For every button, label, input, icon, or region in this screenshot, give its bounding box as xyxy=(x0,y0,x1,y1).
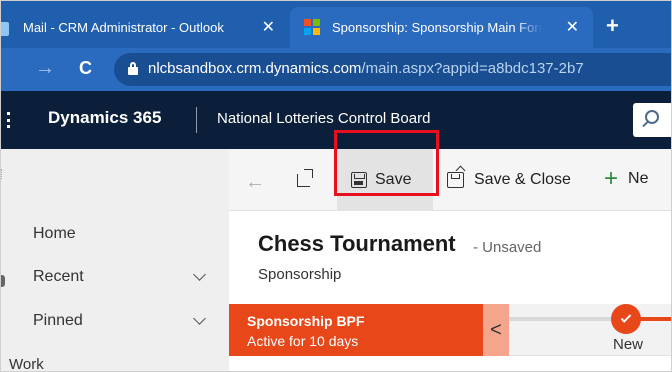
tab-title-fade xyxy=(516,7,542,48)
header-divider xyxy=(196,107,197,133)
sidebar-item-recent[interactable]: Recent xyxy=(33,268,84,286)
bpf-duration: Active for 10 days xyxy=(247,333,359,349)
record-entity-name: Sponsorship xyxy=(258,266,342,283)
search-icon xyxy=(645,110,659,124)
form-body xyxy=(229,356,671,371)
url-path: /main.aspx?appid=a8bdc137-2b7 xyxy=(361,60,584,77)
bpf-collapse-button[interactable]: < xyxy=(483,304,509,356)
outlook-favicon-icon xyxy=(1,22,9,36)
forward-icon[interactable]: → xyxy=(35,57,55,80)
save-and-close-button[interactable]: Save & Close xyxy=(447,171,571,189)
org-name: National Lotteries Control Board xyxy=(217,110,431,127)
chevron-down-icon[interactable] xyxy=(193,270,205,282)
app-launcher-icon[interactable] xyxy=(7,112,11,128)
browser-toolbar: → C nlcbsandbox.crm.dynamics.com/main.as… xyxy=(1,48,671,91)
bpf-flag[interactable]: Sponsorship BPF Active for 10 days xyxy=(229,304,483,356)
chevron-left-icon: < xyxy=(490,318,502,341)
search-button[interactable] xyxy=(633,103,671,137)
new-label: Ne xyxy=(628,170,649,187)
microsoft-favicon-icon xyxy=(304,19,320,35)
new-button[interactable]: + Ne xyxy=(604,165,649,192)
reload-icon[interactable]: C xyxy=(79,58,92,79)
save-and-close-label: Save & Close xyxy=(474,171,571,188)
bpf-stage-label[interactable]: New xyxy=(613,336,643,353)
sitemap-toggle-icon[interactable] xyxy=(1,169,4,179)
screenshot-frame: Mail - CRM Administrator - Outlook ✕ Spo… xyxy=(0,0,672,372)
record-title: Chess Tournament xyxy=(258,231,456,256)
command-bar: ← Save Save & Close + Ne xyxy=(229,149,671,211)
sidebar: Home Recent Pinned Work xyxy=(1,149,229,372)
app-name[interactable]: Dynamics 365 xyxy=(48,108,161,128)
save-and-close-icon xyxy=(447,172,464,188)
checkmark-icon xyxy=(620,312,632,323)
sidebar-item-home[interactable]: Home xyxy=(33,225,76,243)
tab-title: Mail - CRM Administrator - Outlook xyxy=(23,20,224,35)
address-bar[interactable]: nlcbsandbox.crm.dynamics.com/main.aspx?a… xyxy=(114,53,671,86)
plus-icon: + xyxy=(604,165,619,192)
browser-tab-strip: Mail - CRM Administrator - Outlook ✕ Spo… xyxy=(1,1,671,48)
back-button[interactable]: ← xyxy=(245,171,265,194)
tab-title-fade xyxy=(229,7,255,48)
chevron-down-icon[interactable] xyxy=(193,314,205,326)
new-tab-button[interactable]: + xyxy=(606,13,619,39)
lock-icon xyxy=(128,62,138,75)
record-save-status: - Unsaved xyxy=(473,239,542,256)
url-host: nlcbsandbox.crm.dynamics.com xyxy=(148,60,362,77)
tab-close-icon[interactable]: ✕ xyxy=(566,17,579,37)
bpf-name: Sponsorship BPF xyxy=(247,313,365,329)
url-text: nlcbsandbox.crm.dynamics.com/main.aspx?a… xyxy=(148,60,584,77)
highlight-annotation xyxy=(334,130,439,196)
business-process-flow: Sponsorship BPF Active for 10 days < New xyxy=(229,304,671,356)
recent-marker-icon xyxy=(1,275,5,287)
sidebar-item-pinned[interactable]: Pinned xyxy=(33,312,83,330)
open-in-new-window-icon[interactable] xyxy=(297,169,313,187)
browser-tab-outlook[interactable]: Mail - CRM Administrator - Outlook ✕ xyxy=(1,7,285,48)
tab-close-icon[interactable]: ✕ xyxy=(262,17,275,37)
sidebar-group-work: Work xyxy=(9,356,44,372)
bpf-stage-new[interactable] xyxy=(611,304,641,334)
tab-title: Sponsorship: Sponsorship Main Form xyxy=(332,20,542,35)
browser-tab-sponsorship[interactable]: Sponsorship: Sponsorship Main Form ✕ xyxy=(290,7,593,48)
